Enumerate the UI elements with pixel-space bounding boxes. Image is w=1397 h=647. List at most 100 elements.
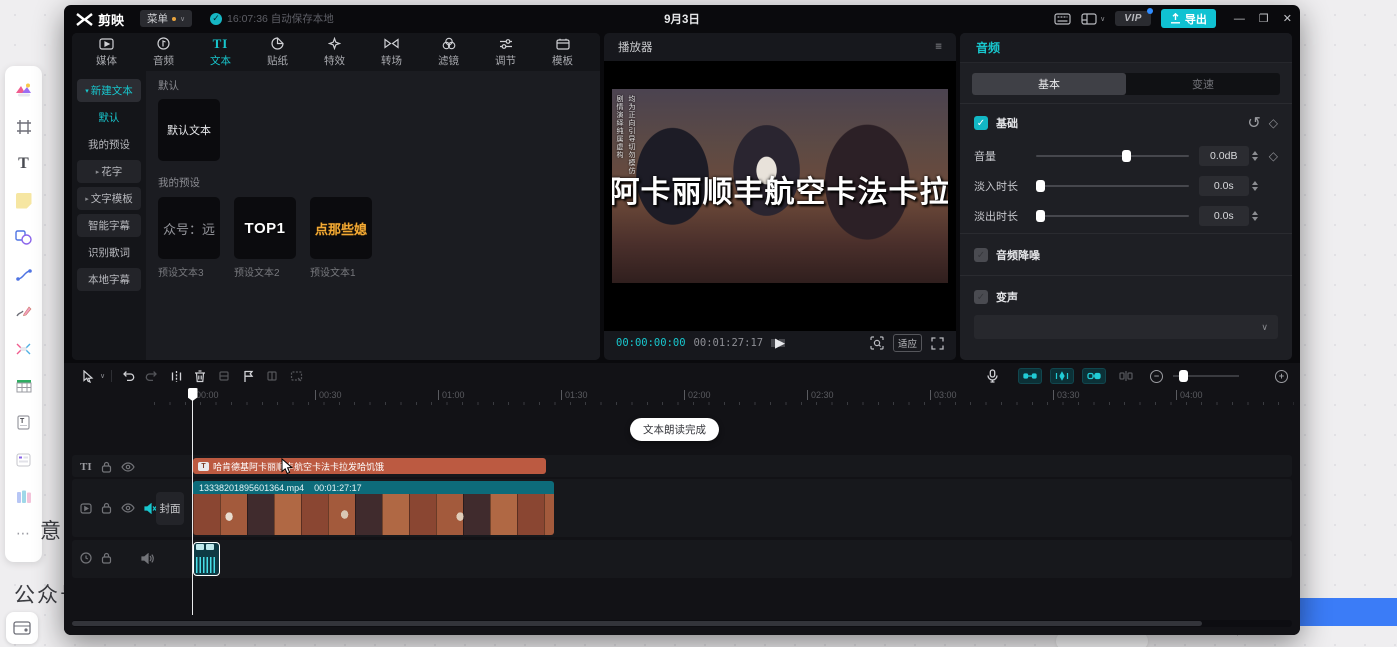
select-tool-chevron-icon[interactable]: ∨ <box>100 372 105 380</box>
fit-ratio-button[interactable]: 适应 <box>893 334 922 352</box>
tab-media[interactable]: 媒体 <box>78 36 135 68</box>
preset-2[interactable]: TOP1 预设文本2 <box>234 197 296 279</box>
text-track-lock-icon[interactable] <box>101 461 112 473</box>
select-tool-icon[interactable] <box>76 370 100 383</box>
video-track-visibility-icon[interactable] <box>121 503 135 513</box>
table-icon[interactable] <box>9 368 39 403</box>
player-menu-icon[interactable]: ≡ <box>935 41 942 53</box>
text-clip[interactable]: T 哈肯德基阿卡丽顺丰航空卡法卡拉发哈饥饿 <box>193 458 546 474</box>
sticky-note-icon[interactable] <box>9 183 39 218</box>
audio-track-lock-icon[interactable] <box>101 552 112 564</box>
connector-icon[interactable] <box>9 257 39 292</box>
tab-text[interactable]: TI 文本 <box>192 36 249 68</box>
noise-reduction-checkbox[interactable]: ✓ <box>974 248 988 262</box>
mark-flag-icon[interactable] <box>236 370 260 383</box>
columns-icon[interactable] <box>9 479 39 514</box>
focus-preview-icon[interactable] <box>870 336 884 350</box>
vip-badge[interactable]: VIP <box>1115 11 1151 26</box>
preview-axis-icon[interactable] <box>1114 370 1138 382</box>
text-tool-icon[interactable]: T <box>9 146 39 181</box>
tab-effects[interactable]: 特效 <box>306 36 363 68</box>
timeline-scrollbar[interactable] <box>72 620 1292 627</box>
document-icon[interactable]: T <box>9 405 39 440</box>
tab-template[interactable]: 模板 <box>534 36 591 68</box>
layout-panels-icon[interactable]: ∨ <box>1081 13 1105 25</box>
minimize-button[interactable]: — <box>1234 13 1245 25</box>
fade-out-value[interactable]: 0.0s <box>1199 206 1249 226</box>
fade-out-slider[interactable] <box>1036 215 1189 217</box>
minimap-tool-button[interactable] <box>6 612 38 644</box>
subnav-text-template[interactable]: ▸ 文字模板 <box>77 187 141 210</box>
record-voiceover-icon[interactable] <box>980 369 1004 383</box>
preset-1[interactable]: 点那些媳 预设文本1 <box>310 197 372 279</box>
select-range-icon[interactable] <box>284 370 308 382</box>
voice-effect-dropdown[interactable]: ∨ <box>974 315 1278 339</box>
crop-left-icon[interactable] <box>212 370 236 382</box>
video-track-lock-icon[interactable] <box>101 502 112 514</box>
playhead-line[interactable] <box>192 389 193 615</box>
close-button[interactable]: ✕ <box>1283 12 1292 25</box>
keyframe-basic-icon[interactable]: ◇ <box>1269 116 1278 130</box>
timeline-scrollbar-thumb[interactable] <box>72 621 1202 626</box>
timeline-zoom-handle[interactable] <box>1179 370 1188 382</box>
timeline-zoom-in-icon[interactable]: + <box>1275 370 1288 383</box>
auto-snap-toggle[interactable] <box>1050 368 1074 384</box>
volume-value[interactable]: 0.0dB <box>1199 146 1249 166</box>
fade-out-stepper[interactable] <box>1249 206 1261 226</box>
audio-track-volume-icon[interactable] <box>141 553 155 564</box>
fade-in-stepper[interactable] <box>1249 176 1261 196</box>
fade-in-slider-handle[interactable] <box>1036 180 1045 192</box>
redo-icon[interactable] <box>140 370 164 383</box>
shapes-icon[interactable] <box>9 220 39 255</box>
default-text-tile[interactable]: 默认文本 <box>158 99 220 161</box>
tab-filter[interactable]: 滤镜 <box>420 36 477 68</box>
undo-icon[interactable] <box>116 370 140 383</box>
subnav-default[interactable]: 默认 <box>77 106 141 129</box>
frame-icon[interactable] <box>9 109 39 144</box>
delete-icon[interactable] <box>188 370 212 383</box>
cover-button[interactable]: 封面 <box>156 492 184 525</box>
video-clip[interactable]: 13338201895601364.mp4 00:01:27:17 <box>193 481 554 535</box>
fade-out-slider-handle[interactable] <box>1036 210 1045 222</box>
voice-change-checkbox[interactable]: ✓ <box>974 290 988 304</box>
subnav-lyrics-recognition[interactable]: 识别歌词 <box>77 241 141 264</box>
tab-sticker[interactable]: 贴纸 <box>249 36 306 68</box>
subnav-local-captions[interactable]: 本地字幕 <box>77 268 141 291</box>
reset-basic-icon[interactable]: ↺ <box>1247 113 1260 133</box>
timeline-zoom-out-icon[interactable]: − <box>1150 370 1163 383</box>
fade-in-value[interactable]: 0.0s <box>1199 176 1249 196</box>
text-track-visibility-icon[interactable] <box>121 462 135 472</box>
kanban-icon[interactable] <box>9 442 39 477</box>
video-frame[interactable]: 剧情演绎纯属虚构 均为正向引导切勿模仿 阿卡丽顺丰航空卡法卡拉 <box>612 89 948 283</box>
preset-3[interactable]: 众号：远 预设文本3 <box>158 197 220 279</box>
timeline-ruler[interactable]: 00:00 00:30 01:00 01:30 02:00 02:30 03:0… <box>154 389 1294 405</box>
more-tools-icon[interactable]: ⋯ <box>9 516 39 551</box>
link-preview-toggle[interactable] <box>1082 368 1106 384</box>
volume-slider-handle[interactable] <box>1122 150 1131 162</box>
keyframe-volume-icon[interactable]: ◇ <box>1269 149 1278 163</box>
basic-checkbox[interactable]: ✓ <box>974 116 988 130</box>
tab-audio[interactable]: 音频 <box>135 36 192 68</box>
split-icon[interactable] <box>164 370 188 383</box>
subnav-smart-captions[interactable]: 智能字幕 <box>77 214 141 237</box>
subnav-new-text[interactable]: ▾ 新建文本 <box>77 79 141 102</box>
timeline-zoom-slider[interactable] <box>1173 375 1239 377</box>
tab-basic[interactable]: 基本 <box>972 73 1126 95</box>
volume-slider[interactable] <box>1036 155 1189 157</box>
media-upload-icon[interactable] <box>9 72 39 107</box>
maximize-button[interactable]: ❐ <box>1259 12 1269 25</box>
tab-speed[interactable]: 变速 <box>1126 73 1280 95</box>
audio-clip[interactable] <box>193 542 220 576</box>
export-button[interactable]: 导出 <box>1161 9 1216 28</box>
fullscreen-icon[interactable] <box>931 337 944 350</box>
crop-right-icon[interactable] <box>260 370 284 382</box>
pen-icon[interactable] <box>9 294 39 329</box>
volume-stepper[interactable] <box>1249 146 1261 166</box>
play-button[interactable]: ▶ <box>775 335 785 351</box>
fade-in-slider[interactable] <box>1036 185 1189 187</box>
mindmap-icon[interactable] <box>9 331 39 366</box>
subnav-fancy-text[interactable]: ▸ 花字 <box>77 160 141 183</box>
subnav-my-presets[interactable]: 我的预设 <box>77 133 141 156</box>
tab-transition[interactable]: 转场 <box>363 36 420 68</box>
main-track-magnet-toggle[interactable] <box>1018 368 1042 384</box>
